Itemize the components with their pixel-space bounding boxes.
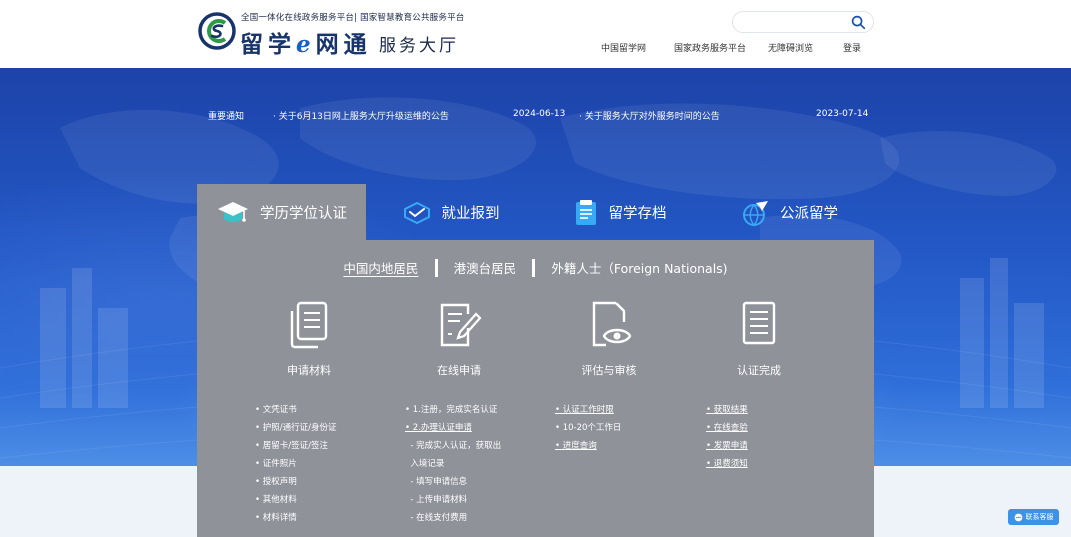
list-item[interactable]: • 材料详情 bbox=[255, 509, 336, 527]
search-field[interactable] bbox=[732, 11, 874, 33]
materials-list: • 文凭证书 • 护照/通行证/身份证 • 居留卡/签证/签注 • 证件照片 •… bbox=[255, 401, 336, 527]
list-item[interactable]: • 居留卡/签证/签注 bbox=[255, 437, 336, 455]
complete-list: • 获取结果 • 在线查验 • 发票申请 • 退费须知 bbox=[706, 401, 748, 473]
nav-link-gov-platform[interactable]: 国家政务服务平台 bbox=[674, 41, 746, 54]
tab-employment-report[interactable]: 就业报到 bbox=[366, 184, 535, 241]
degree-verification-panel: 中国内地居民 港澳台居民 外籍人士（Foreign Nationals) 申请材… bbox=[197, 240, 874, 537]
list-item-result-link[interactable]: • 获取结果 bbox=[706, 401, 748, 419]
step-materials[interactable]: 申请材料 bbox=[239, 300, 379, 378]
applicant-type-tabs: 中国内地居民 港澳台居民 外籍人士（Foreign Nationals) bbox=[197, 257, 874, 277]
subtab-mainland-residents[interactable]: 中国内地居民 bbox=[343, 258, 418, 277]
list-item: • 1.注册，完成实名认证 bbox=[405, 405, 498, 415]
step-label-online-apply: 在线申请 bbox=[437, 364, 481, 377]
list-item: - 完成实人认证，获取出 bbox=[405, 441, 502, 451]
step-review[interactable]: 评估与审核 bbox=[539, 300, 679, 378]
step-label-complete: 认证完成 bbox=[737, 364, 781, 377]
notice-date-service-hours: 2023-07-14 bbox=[816, 109, 869, 119]
list-item-refund-link[interactable]: • 退费须知 bbox=[706, 455, 748, 473]
step-label-materials: 申请材料 bbox=[287, 364, 331, 377]
notice-date-upgrade: 2024-06-13 bbox=[513, 109, 566, 119]
nav-link-cscse[interactable]: 中国留学网 bbox=[601, 41, 646, 54]
list-item[interactable]: • 授权声明 bbox=[255, 473, 336, 491]
list-item-apply-link[interactable]: • 2.办理认证申请 bbox=[405, 419, 501, 437]
tab-government-sponsored[interactable]: 公派留学 bbox=[704, 184, 874, 241]
list-item: - 填写申请信息 bbox=[405, 477, 468, 487]
tab-label-degree-verification: 学历学位认证 bbox=[260, 206, 347, 222]
tab-study-archive[interactable]: 留学存档 bbox=[535, 184, 704, 241]
nav-link-accessibility[interactable]: 无障碍浏览 bbox=[768, 41, 813, 54]
list-item[interactable]: • 护照/通行证/身份证 bbox=[255, 419, 336, 437]
tab-label-employment-report: 就业报到 bbox=[441, 206, 500, 222]
service-tabs: 学历学位认证 就业报到 留学存档 公派留学 bbox=[197, 184, 874, 241]
site-header: 全国一体化在线政务服务平台| 国家智慧教育公共服务平台 留学e网通 服务大厅 中… bbox=[0, 0, 1071, 68]
handshake-icon bbox=[403, 201, 430, 224]
list-item: 入境记录 bbox=[405, 459, 445, 469]
subtab-hk-macao-taiwan[interactable]: 港澳台居民 bbox=[454, 258, 517, 277]
notice-title: 重要通知 bbox=[208, 112, 245, 122]
list-item-progress-link[interactable]: • 进度查询 bbox=[555, 437, 621, 455]
globe-plane-icon bbox=[743, 200, 768, 226]
customer-service-label: 联系客服 bbox=[1025, 513, 1054, 521]
tab-label-study-archive: 留学存档 bbox=[608, 206, 667, 222]
review-eye-icon bbox=[592, 301, 632, 347]
list-item[interactable]: • 证件照片 bbox=[255, 455, 336, 473]
edit-form-icon bbox=[440, 303, 482, 347]
customer-service-button[interactable]: 联系客服 bbox=[1008, 509, 1059, 525]
tab-degree-verification[interactable]: 学历学位认证 bbox=[197, 184, 366, 241]
list-item[interactable]: • 其他材料 bbox=[255, 491, 336, 509]
documents-icon bbox=[290, 301, 328, 349]
subtab-foreign-nationals[interactable]: 外籍人士（Foreign Nationals) bbox=[551, 258, 727, 277]
subtab-divider bbox=[532, 258, 536, 277]
list-item-time-limit-link[interactable]: • 认证工作时限 bbox=[555, 401, 621, 419]
list-item-invoice-link[interactable]: • 发票申请 bbox=[706, 437, 748, 455]
search-icon[interactable] bbox=[851, 15, 866, 30]
tab-label-government-sponsored: 公派留学 bbox=[780, 206, 838, 222]
platform-tagline: 全国一体化在线政务服务平台| 国家智慧教育公共服务平台 bbox=[241, 13, 465, 23]
notice-link-upgrade[interactable]: · 关于6月13日网上服务大厅升级运维的公告 bbox=[273, 109, 449, 122]
list-item-verify-link[interactable]: • 在线查验 bbox=[706, 419, 748, 437]
top-nav: 中国留学网 国家政务服务平台 无障碍浏览 登录 bbox=[0, 41, 1071, 55]
checklist-icon bbox=[742, 301, 776, 345]
search-input[interactable] bbox=[743, 14, 843, 30]
step-online-apply[interactable]: 在线申请 bbox=[389, 300, 529, 378]
list-item: - 上传申请材料 bbox=[405, 495, 468, 505]
list-item: • 10-20个工作日 bbox=[555, 423, 622, 433]
archive-folder-icon bbox=[575, 199, 596, 225]
notice-bar: 重要通知 · 关于6月13日网上服务大厅升级运维的公告 2024-06-13 ·… bbox=[197, 103, 874, 127]
review-list: • 认证工作时限 • 10-20个工作日 • 进度查询 bbox=[555, 401, 621, 455]
subtab-divider bbox=[434, 258, 438, 277]
graduation-cap-icon bbox=[218, 201, 248, 222]
step-complete[interactable]: 认证完成 bbox=[689, 300, 829, 378]
chat-bubble-icon bbox=[1014, 513, 1022, 521]
notice-link-service-hours[interactable]: · 关于服务大厅对外服务时间的公告 bbox=[579, 109, 720, 122]
list-item: - 在线支付费用 bbox=[405, 513, 468, 523]
nav-link-login[interactable]: 登录 bbox=[843, 41, 861, 54]
apply-steps-list: • 1.注册，完成实名认证 • 2.办理认证申请 - 完成实人认证，获取出 入境… bbox=[405, 401, 501, 527]
list-item[interactable]: • 文凭证书 bbox=[255, 401, 336, 419]
step-label-review: 评估与审核 bbox=[581, 364, 637, 377]
